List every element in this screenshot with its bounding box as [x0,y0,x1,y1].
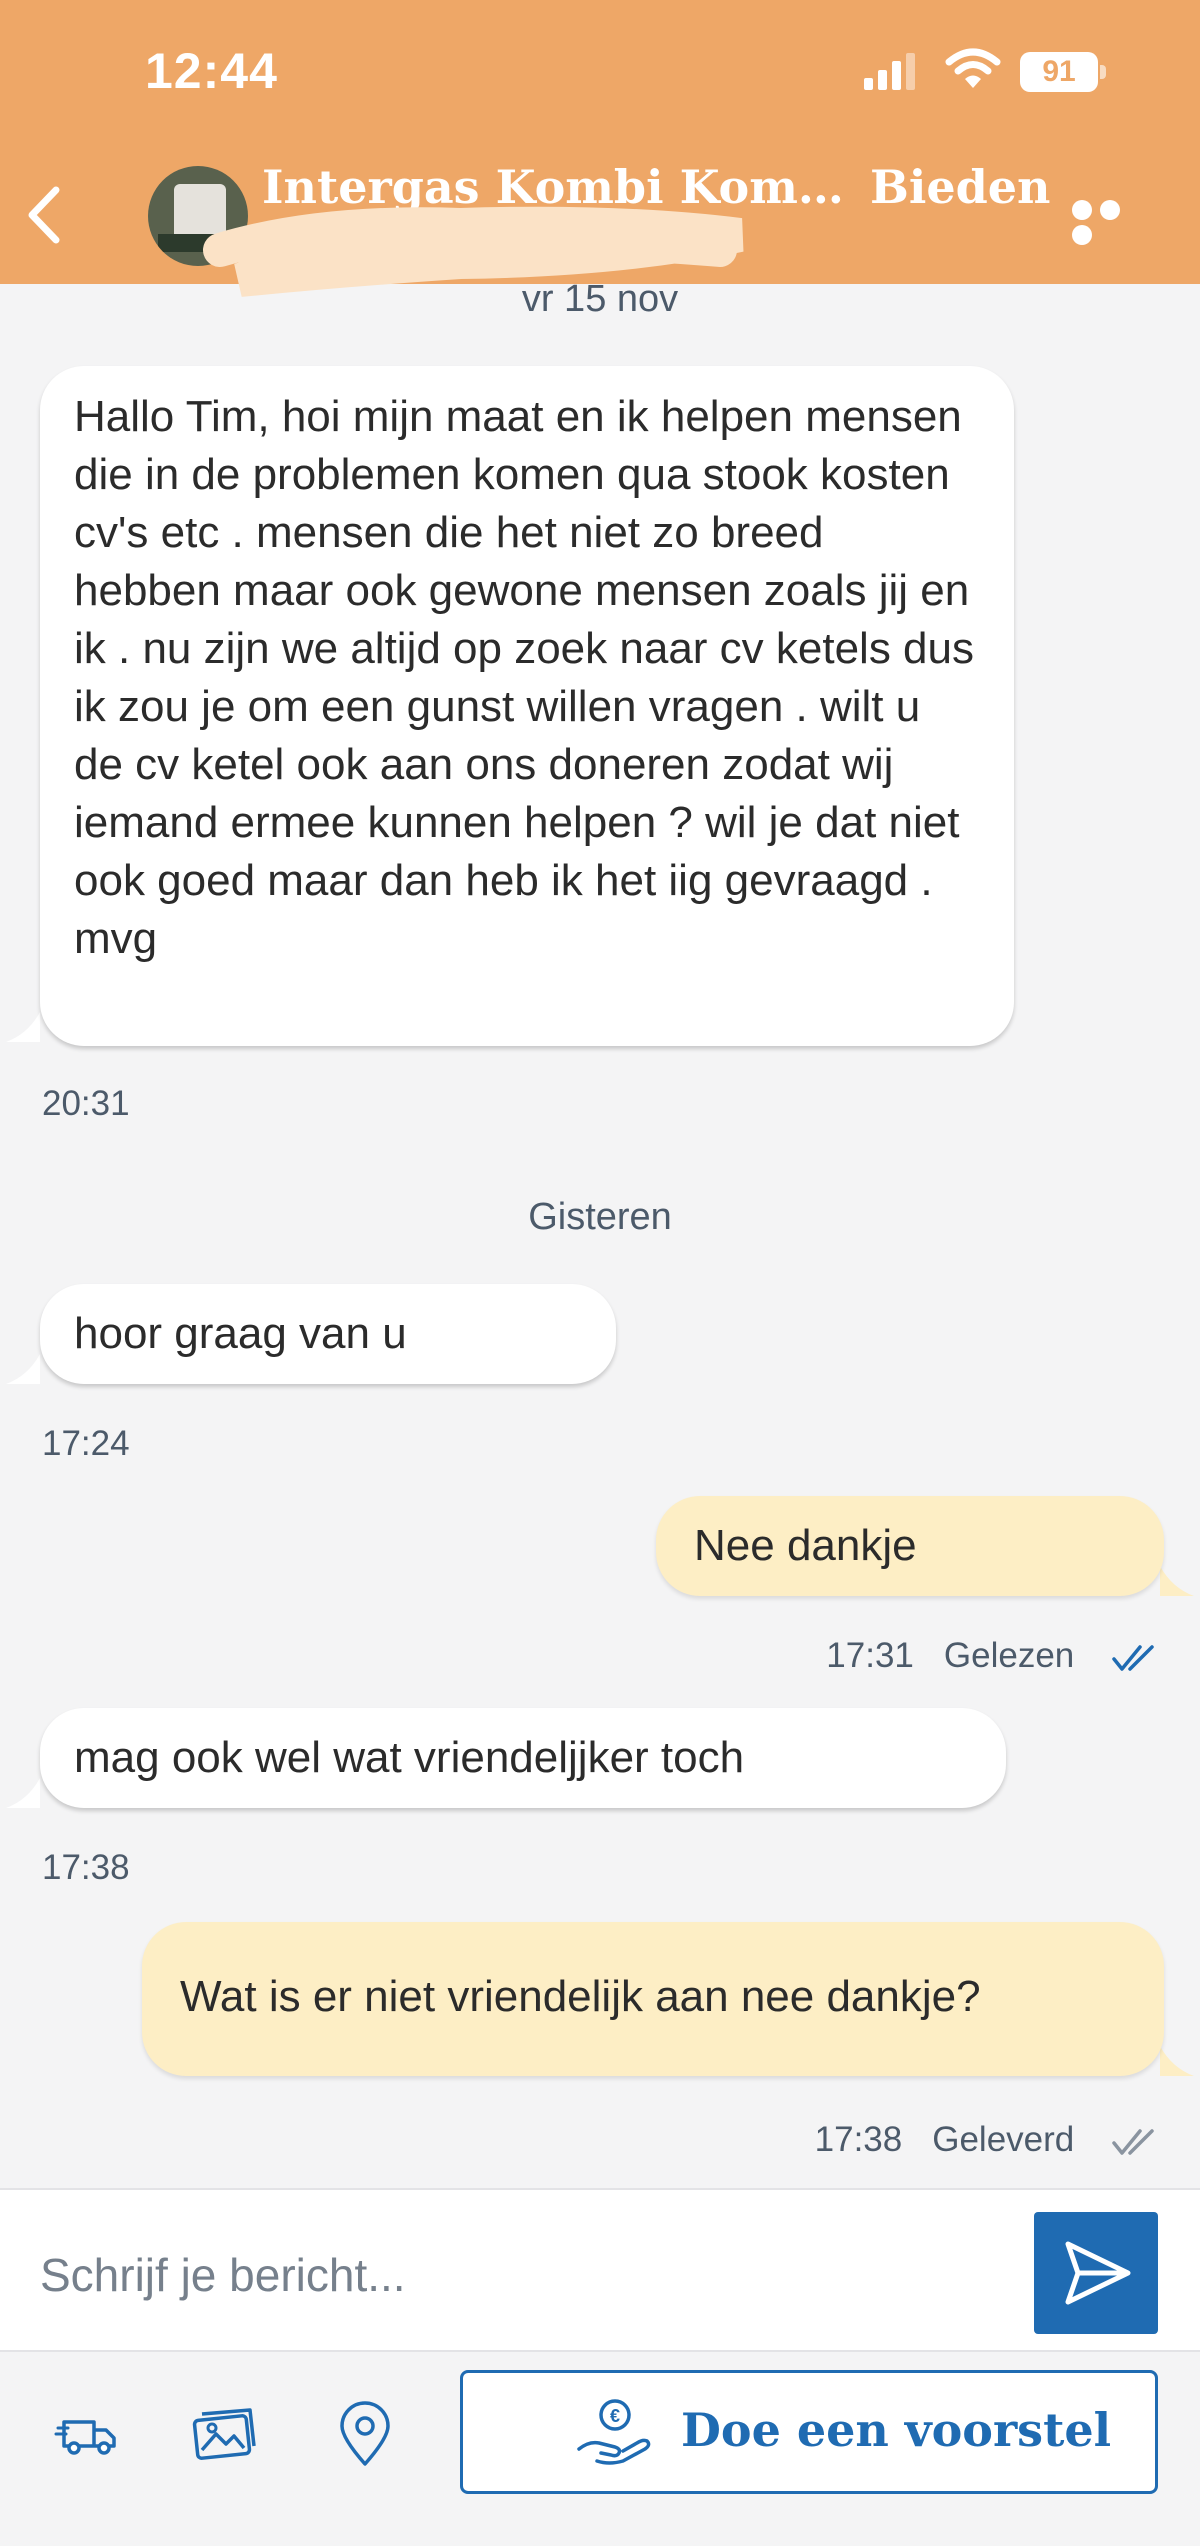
message-time: 17:38 [814,2120,903,2159]
message-composer [0,2188,1200,2352]
bubble-tail [6,1012,40,1042]
delivery-truck-icon[interactable] [54,2400,124,2470]
make-offer-button[interactable]: € Doe een voorstel [460,2370,1158,2494]
svg-text:€: € [610,2406,620,2426]
message-time: 17:38 [42,1848,130,1887]
bubble-tail [6,1354,40,1384]
make-offer-label: Doe een voorstel [681,2403,1112,2457]
incoming-message[interactable]: hoor graag van u [40,1284,616,1384]
message-time: 17:31 [826,1636,914,1675]
message-status: 17:38 Geleverd [815,2120,1156,2160]
gallery-icon[interactable] [190,2400,260,2470]
message-text: Wat is er niet vriendelijk aan nee dankj… [180,1972,981,2021]
battery-indicator: 91 [1020,52,1106,92]
battery-level: 91 [1020,52,1098,92]
date-separator: vr 15 nov [521,278,679,320]
message-text: Nee dankje [694,1521,917,1570]
message-input[interactable] [40,2230,1000,2320]
cellular-signal-icon [864,53,915,90]
bubble-tail [1160,2046,1194,2076]
message-time: 17:24 [42,1424,130,1463]
message-text: Hallo Tim, hoi mijn maat en ik helpen me… [74,392,975,963]
delivered-status: Geleverd [932,2120,1075,2159]
message-status: 17:31 Gelezen [826,1636,1156,1676]
bid-button[interactable]: Bieden [870,160,1051,214]
message-text: mag ook wel wat vriendeljjker toch [74,1733,745,1782]
chat-header: 12:44 91 Intergas Kombi Kompakt... Biede… [0,0,1200,297]
bubble-tail [6,1778,40,1808]
send-icon [1065,2241,1131,2305]
message-time: 20:31 [42,1084,130,1123]
incoming-message[interactable]: mag ook wel wat vriendeljjker toch [40,1708,1006,1808]
double-check-icon [1112,1645,1154,1671]
action-bar: € Doe een voorstel [0,2354,1200,2546]
send-button[interactable] [1034,2212,1158,2334]
outgoing-message[interactable]: Wat is er niet vriendelijk aan nee dankj… [142,1922,1164,2076]
incoming-message[interactable]: Hallo Tim, hoi mijn maat en ik helpen me… [40,366,1014,1046]
read-status: Gelezen [943,1636,1075,1675]
bubble-tail [1160,1566,1194,1596]
message-text: hoor graag van u [74,1309,407,1358]
back-chevron-icon[interactable] [14,180,74,250]
outgoing-message[interactable]: Nee dankje [656,1496,1164,1596]
status-time: 12:44 [145,43,278,99]
more-dots-icon[interactable] [1072,200,1152,245]
date-separator: Gisteren [528,1196,672,1238]
location-pin-icon[interactable] [330,2400,400,2470]
double-check-icon [1112,2129,1154,2155]
wifi-icon [945,48,1001,88]
offer-hand-euro-icon: € [577,2399,651,2465]
